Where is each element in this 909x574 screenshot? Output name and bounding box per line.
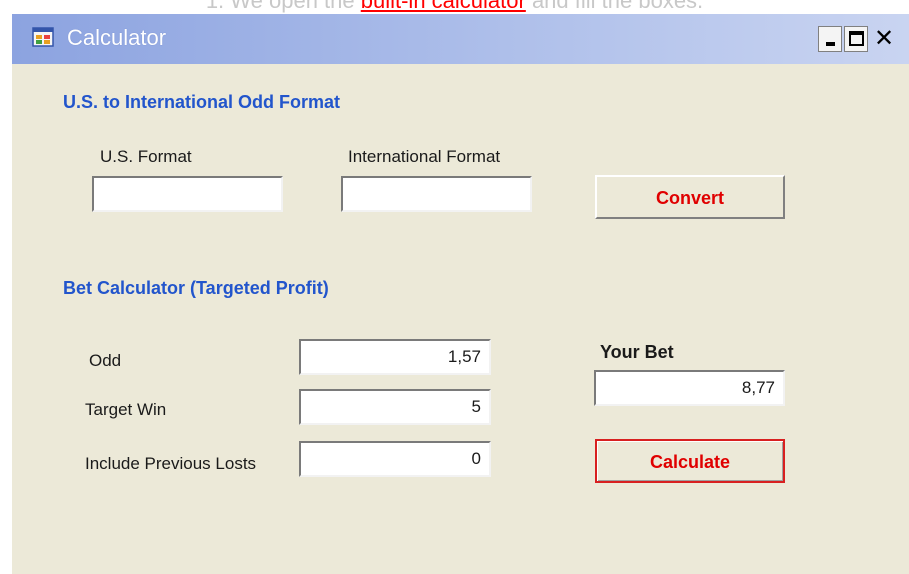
international-format-label: International Format xyxy=(348,147,501,166)
caption-text: 1. We open the built-in calculator and f… xyxy=(0,0,909,14)
convert-button[interactable]: Convert xyxy=(595,175,785,219)
caption-text-before: 1. We open the xyxy=(205,0,361,13)
calculator-window: Calculator ✕ U.S. to International Odd F… xyxy=(12,14,909,574)
app-form-icon xyxy=(32,27,54,47)
us-format-input[interactable] xyxy=(92,176,283,212)
calculate-button[interactable]: Calculate xyxy=(595,439,785,483)
your-bet-label: Your Bet xyxy=(600,342,674,362)
bet-calculator-heading: Bet Calculator (Targeted Profit) xyxy=(63,278,329,298)
odd-label: Odd xyxy=(89,351,122,370)
caption-strip: 1. We open the built-in calculator and f… xyxy=(0,0,909,14)
close-icon: ✕ xyxy=(874,24,895,52)
minimize-icon xyxy=(826,42,835,46)
us-format-label: U.S. Format xyxy=(100,147,192,166)
your-bet-output[interactable]: 8,77 xyxy=(594,370,785,406)
us-to-international-heading: U.S. to International Odd Format xyxy=(63,92,341,112)
target-win-input[interactable]: 5 xyxy=(299,389,491,425)
maximize-icon xyxy=(849,31,864,46)
minimize-button[interactable] xyxy=(818,26,842,52)
maximize-button[interactable] xyxy=(844,26,868,52)
previous-losts-input[interactable]: 0 xyxy=(299,441,491,477)
odd-input[interactable]: 1,57 xyxy=(299,339,491,375)
window-title: Calculator xyxy=(67,25,167,50)
title-bar[interactable]: Calculator ✕ xyxy=(12,14,909,64)
close-button[interactable]: ✕ xyxy=(870,24,904,52)
caption-text-after: and fill the boxes. xyxy=(525,0,704,13)
international-format-input[interactable] xyxy=(341,176,532,212)
previous-losts-label: Include Previous Losts xyxy=(85,454,257,473)
target-win-label: Target Win xyxy=(85,400,167,419)
caption-highlight-link: built-in calculator xyxy=(360,0,526,13)
